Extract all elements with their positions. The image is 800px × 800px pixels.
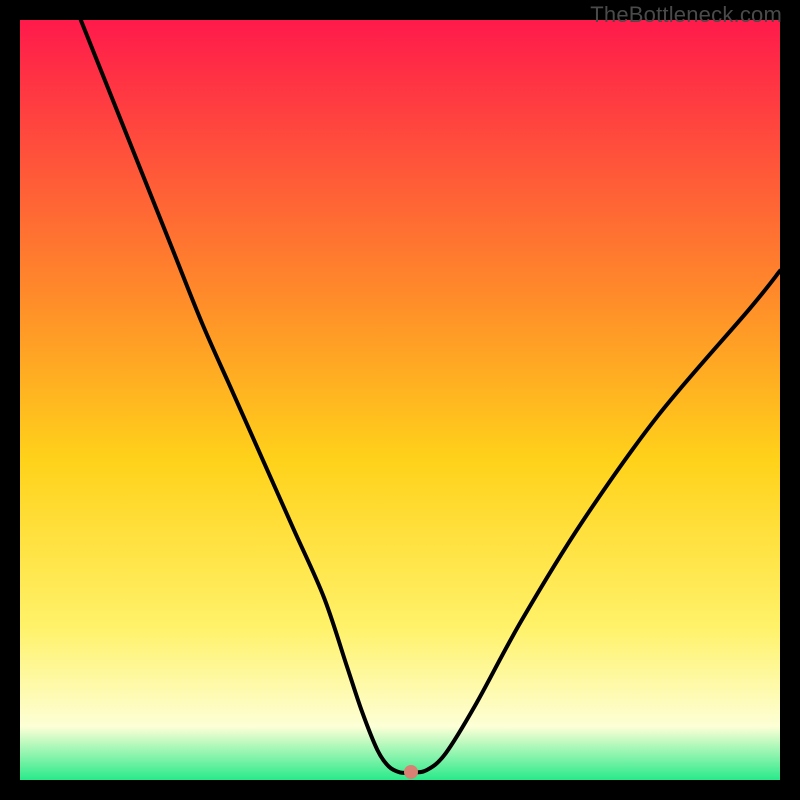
plot-area	[20, 20, 780, 780]
chart-frame: TheBottleneck.com	[0, 0, 800, 800]
bottleneck-curve	[81, 20, 780, 773]
curve-layer	[20, 20, 780, 780]
optimal-point-marker	[404, 765, 418, 779]
watermark-text: TheBottleneck.com	[590, 2, 782, 28]
